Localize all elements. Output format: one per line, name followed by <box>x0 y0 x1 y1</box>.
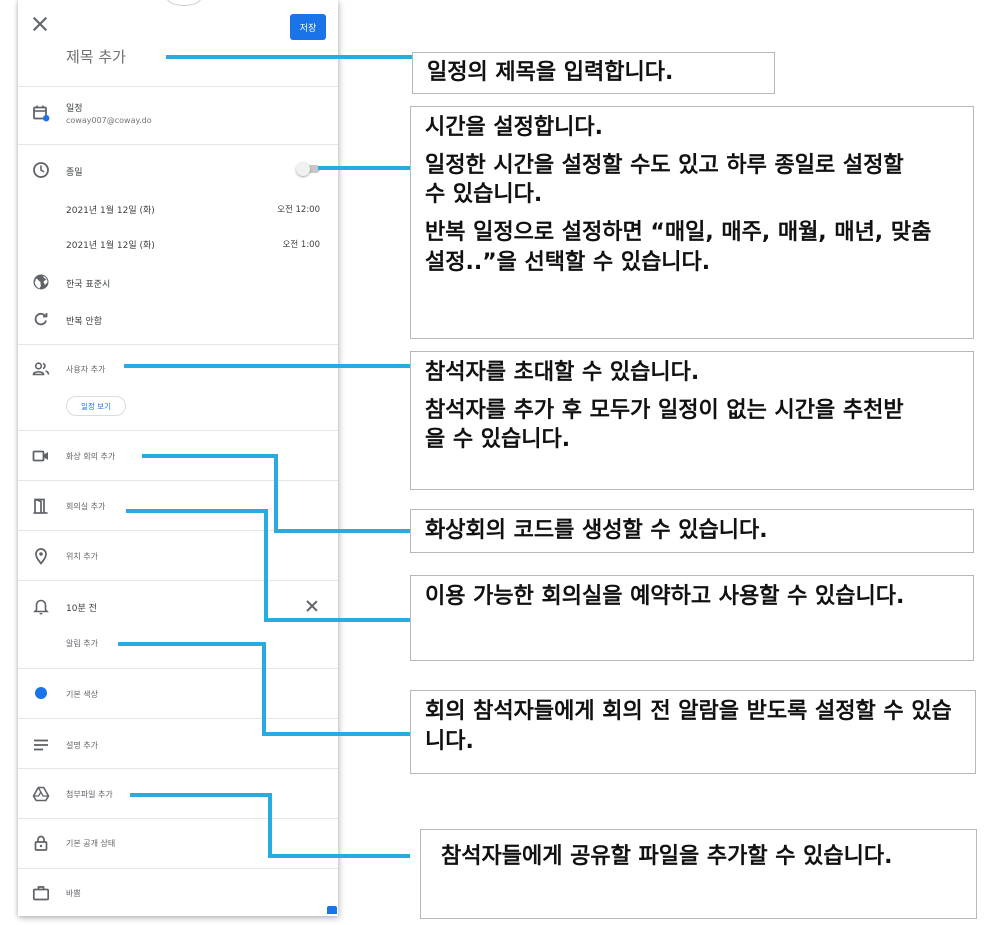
color-option[interactable]: 기본 색상 <box>66 689 98 700</box>
door-icon <box>33 498 48 514</box>
event-edit-panel: 저장 일정 coway007@coway.do 종일 2021년 1월 12일 … <box>18 0 338 916</box>
callout-video: 화상회의 코드를 생성할 수 있습니다. <box>410 509 974 553</box>
lock-icon <box>34 835 48 851</box>
timezone[interactable]: 한국 표준시 <box>66 277 110 290</box>
allday-toggle[interactable] <box>296 162 322 176</box>
repeat-icon <box>34 312 48 326</box>
top-handle <box>166 0 202 6</box>
divider <box>18 668 338 669</box>
color-dot-icon <box>35 687 47 699</box>
start-time[interactable]: 오전 12:00 <box>277 203 320 215</box>
callout-alarm: 회의 참석자들에게 회의 전 알람을 받도록 설정할 수 있습니다. <box>410 690 976 774</box>
allday-label: 종일 <box>66 168 83 178</box>
callout-text: 시간을 설정합니다. <box>425 115 603 140</box>
add-meeting-room[interactable]: 회의실 추가 <box>66 501 105 512</box>
callout-text: 일정의 제목을 입력합니다. <box>427 60 674 85</box>
title-input[interactable] <box>66 44 266 70</box>
divider <box>18 530 338 531</box>
calendar-name: 일정 <box>66 104 83 114</box>
video-camera-icon <box>32 450 48 462</box>
scroll-indicator <box>327 906 337 914</box>
toggle-knob <box>296 162 310 176</box>
divider <box>18 718 338 719</box>
divider <box>18 580 338 581</box>
add-video-conference[interactable]: 화상 회의 추가 <box>66 451 115 462</box>
clock-icon <box>33 162 49 178</box>
callout-text: 이용 가능한 회의실을 예약하고 사용할 수 있습니다. <box>425 584 905 609</box>
add-location[interactable]: 위치 추가 <box>66 551 98 562</box>
calendar-account: coway007@coway.do <box>66 116 152 125</box>
add-attachment[interactable]: 첨부파일 추가 <box>66 789 113 800</box>
callout-room: 이용 가능한 회의실을 예약하고 사용할 수 있습니다. <box>410 575 974 661</box>
drive-icon <box>32 786 50 802</box>
callout-text: 반복 일정으로 설정하면 “매일, 매주, 매월, 매년, 맞춤 설정..”을 … <box>425 220 932 275</box>
bell-icon <box>33 599 49 615</box>
remove-notification-icon[interactable] <box>306 600 318 612</box>
view-schedule-button[interactable]: 일정 보기 <box>66 396 126 416</box>
divider <box>18 768 338 769</box>
callout-text: 화상회의 코드를 생성할 수 있습니다. <box>425 518 768 543</box>
availability-option[interactable]: 바쁨 <box>66 888 81 899</box>
close-icon[interactable] <box>32 16 48 32</box>
divider <box>18 868 338 869</box>
divider <box>18 480 338 481</box>
divider <box>18 144 338 145</box>
end-date[interactable]: 2021년 1월 12일 (화) <box>66 238 155 251</box>
add-notification[interactable]: 알림 추가 <box>66 638 98 649</box>
divider <box>18 86 338 87</box>
description-lines-icon <box>34 739 48 751</box>
callout-text: 참석자들에게 공유할 파일을 추가할 수 있습니다. <box>441 844 893 869</box>
globe-icon <box>33 274 49 290</box>
end-time[interactable]: 오전 1:00 <box>283 238 320 250</box>
callout-text: 참석자를 초대할 수 있습니다. <box>425 360 700 385</box>
callout-text: 참석자를 추가 후 모두가 일정이 없는 시간을 추천받을 수 있습니다. <box>425 397 904 453</box>
divider <box>18 818 338 819</box>
briefcase-icon <box>32 886 50 901</box>
callout-people: 참석자를 초대할 수 있습니다. 참석자를 추가 후 모두가 일정이 없는 시간… <box>410 351 974 490</box>
callout-file: 참석자들에게 공유할 파일을 추가할 수 있습니다. <box>420 829 977 919</box>
people-icon <box>32 362 50 376</box>
notification-value[interactable]: 10분 전 <box>66 601 97 614</box>
repeat-option[interactable]: 반복 안함 <box>66 314 102 327</box>
add-description[interactable]: 설명 추가 <box>66 740 98 751</box>
add-people-field[interactable]: 사용자 추가 <box>66 364 105 375</box>
start-date[interactable]: 2021년 1월 12일 (화) <box>66 203 155 216</box>
location-pin-icon <box>35 548 47 565</box>
callout-time: 시간을 설정합니다. 일정한 시간을 설정할 수도 있고 하루 종일로 설정할 … <box>410 106 974 339</box>
callout-title: 일정의 제목을 입력합니다. <box>412 52 775 94</box>
callout-text: 일정한 시간을 설정할 수도 있고 하루 종일로 설정할 수 있습니다. <box>425 152 904 208</box>
callout-text: 회의 참석자들에게 회의 전 알람을 받도록 설정할 수 있습니다. <box>425 699 952 754</box>
divider <box>18 344 338 345</box>
divider <box>18 430 338 431</box>
calendar-icon <box>33 105 50 122</box>
save-button[interactable]: 저장 <box>290 14 326 40</box>
visibility-option[interactable]: 기본 공개 상태 <box>66 838 115 849</box>
